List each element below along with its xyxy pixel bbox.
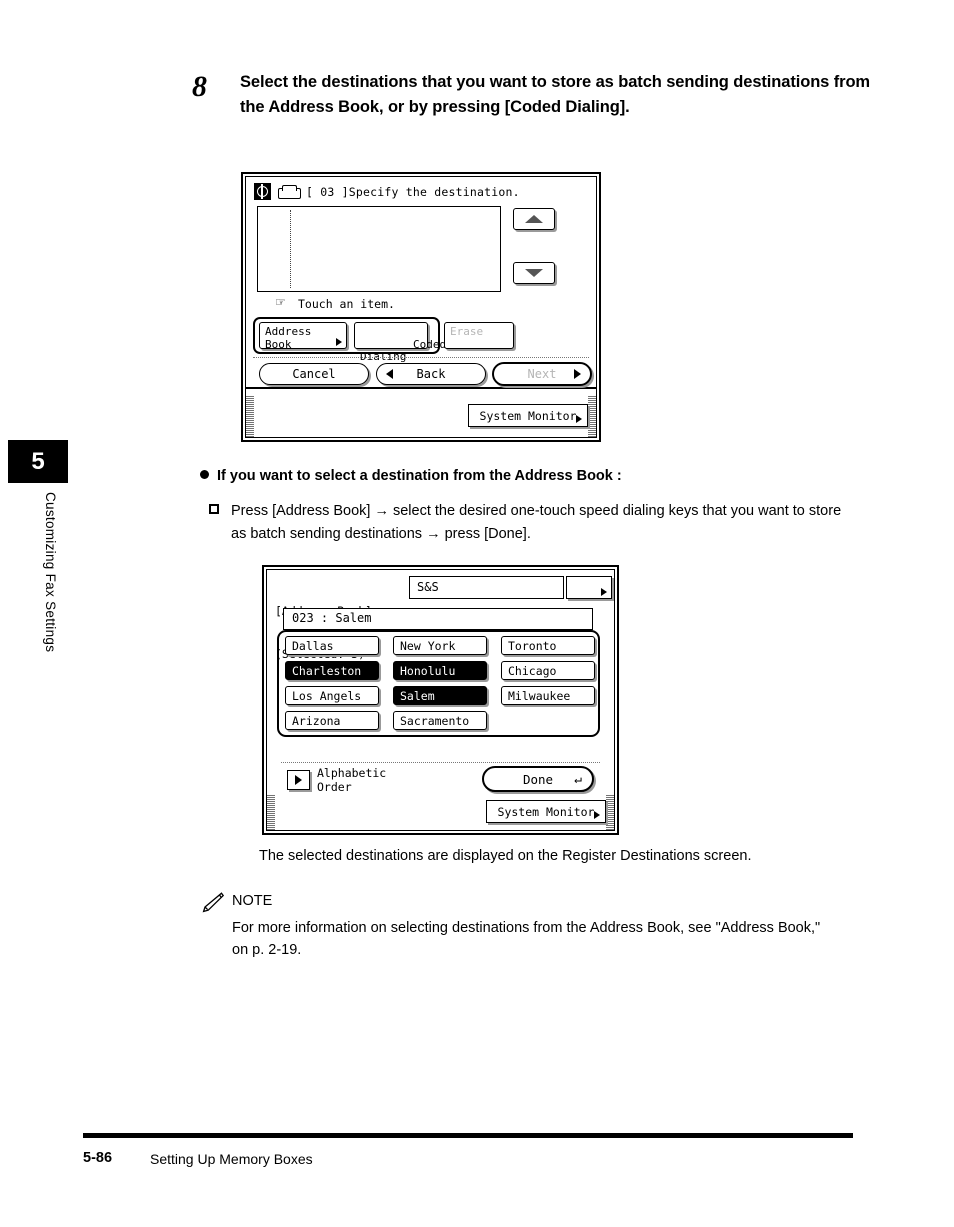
next-button: Next (492, 362, 592, 386)
system-bar: System Monitor (267, 794, 614, 830)
entry-key[interactable]: Arizona (285, 711, 379, 730)
lcd-area: [Address Book] (Selected: 3) S&S 023 : S… (267, 570, 614, 800)
alphabetic-order-label: Alphabetic Order (317, 766, 387, 794)
scroll-up-button[interactable] (513, 208, 555, 230)
divider (253, 357, 589, 358)
entry-key[interactable]: Honolulu (393, 661, 487, 680)
system-monitor-button[interactable]: System Monitor (486, 800, 606, 823)
enter-arrow-icon: ↵ (574, 771, 582, 787)
address-book-key[interactable]: Address Book (259, 322, 347, 350)
destination-list[interactable] (257, 206, 501, 292)
chevron-right-icon (574, 369, 581, 379)
cancel-button[interactable]: Cancel (259, 363, 369, 385)
texture-right (606, 794, 614, 830)
entry-key[interactable]: Toronto (501, 636, 595, 655)
entry-key[interactable]: Los Angels (285, 686, 379, 705)
divider (281, 762, 600, 763)
pointing-hand-icon: ☞ (276, 293, 286, 311)
chevron-right-icon (601, 588, 607, 596)
texture-left (246, 395, 254, 437)
chevron-right-icon (576, 415, 582, 423)
entry-key[interactable]: Dallas (285, 636, 379, 655)
system-monitor-button[interactable]: System Monitor (468, 404, 588, 427)
entry-key[interactable]: Milwaukee (501, 686, 595, 705)
texture-left (267, 794, 275, 830)
checkbox-bullet-icon (209, 504, 219, 514)
chevron-right-icon (295, 775, 302, 785)
chapter-number: 5 (31, 447, 45, 475)
screen-caption: The selected destinations are displayed … (259, 848, 752, 864)
note-label: NOTE (232, 893, 273, 909)
step-block: 8 Select the destinations that you want … (192, 70, 872, 120)
bullet-item: Press [Address Book] → select the desire… (209, 500, 856, 546)
selected-entry-readout: 023 : Salem (283, 608, 593, 630)
entry-key[interactable]: Charleston (285, 661, 379, 680)
system-bar: System Monitor (246, 395, 596, 437)
done-button[interactable]: Done ↵ (482, 766, 594, 792)
screen-header: [ 03 ]Specify the destination. (254, 183, 520, 200)
step-instruction: Select the destinations that you want to… (240, 73, 870, 117)
fax-destination-screen: [ 03 ]Specify the destination. ☞ Touch a… (241, 172, 601, 442)
touch-hint: Touch an item. (298, 297, 395, 311)
chevron-left-icon (386, 369, 393, 379)
fax-mode-icon (254, 183, 271, 200)
note-body: For more information on selecting destin… (232, 920, 821, 959)
chevron-right-icon (336, 338, 342, 346)
entry-key[interactable]: Sacramento (393, 711, 487, 730)
scroll-down-button[interactable] (513, 262, 555, 284)
entry-key[interactable]: Salem (393, 686, 487, 705)
footer-rule (83, 1133, 853, 1138)
chapter-tab: 5 (8, 440, 68, 483)
address-book-screen: [Address Book] (Selected: 3) S&S 023 : S… (262, 565, 619, 835)
texture-right (588, 395, 596, 437)
filter-field[interactable]: S&S (409, 576, 564, 599)
filter-dropdown-button[interactable] (566, 576, 612, 599)
pencil-icon (201, 891, 225, 913)
page-number: 5-86 (83, 1150, 113, 1166)
bullet-heading: If you want to select a destination from… (200, 468, 860, 484)
scroll-up-arrow-icon (525, 215, 543, 223)
scroll-down-arrow-icon (525, 269, 543, 277)
lcd-area: [ 03 ]Specify the destination. ☞ Touch a… (246, 177, 596, 389)
step-number: 8 (192, 70, 207, 103)
screen-title: [ 03 ]Specify the destination. (306, 184, 520, 199)
chapter-title: Customizing Fax Settings (43, 492, 58, 653)
entry-key[interactable]: New York (393, 636, 487, 655)
entry-key[interactable]: Chicago (501, 661, 595, 680)
footer-section-title: Setting Up Memory Boxes (150, 1151, 313, 1167)
chevron-right-icon (594, 811, 600, 819)
erase-key: Erase (444, 322, 514, 349)
back-button[interactable]: Back (376, 363, 486, 385)
fax-machine-icon (278, 184, 301, 199)
alphabetic-order-button[interactable] (287, 770, 310, 790)
bullet-dot-icon (200, 470, 209, 479)
coded-dialing-key[interactable]: Coded Dialing (354, 322, 446, 363)
